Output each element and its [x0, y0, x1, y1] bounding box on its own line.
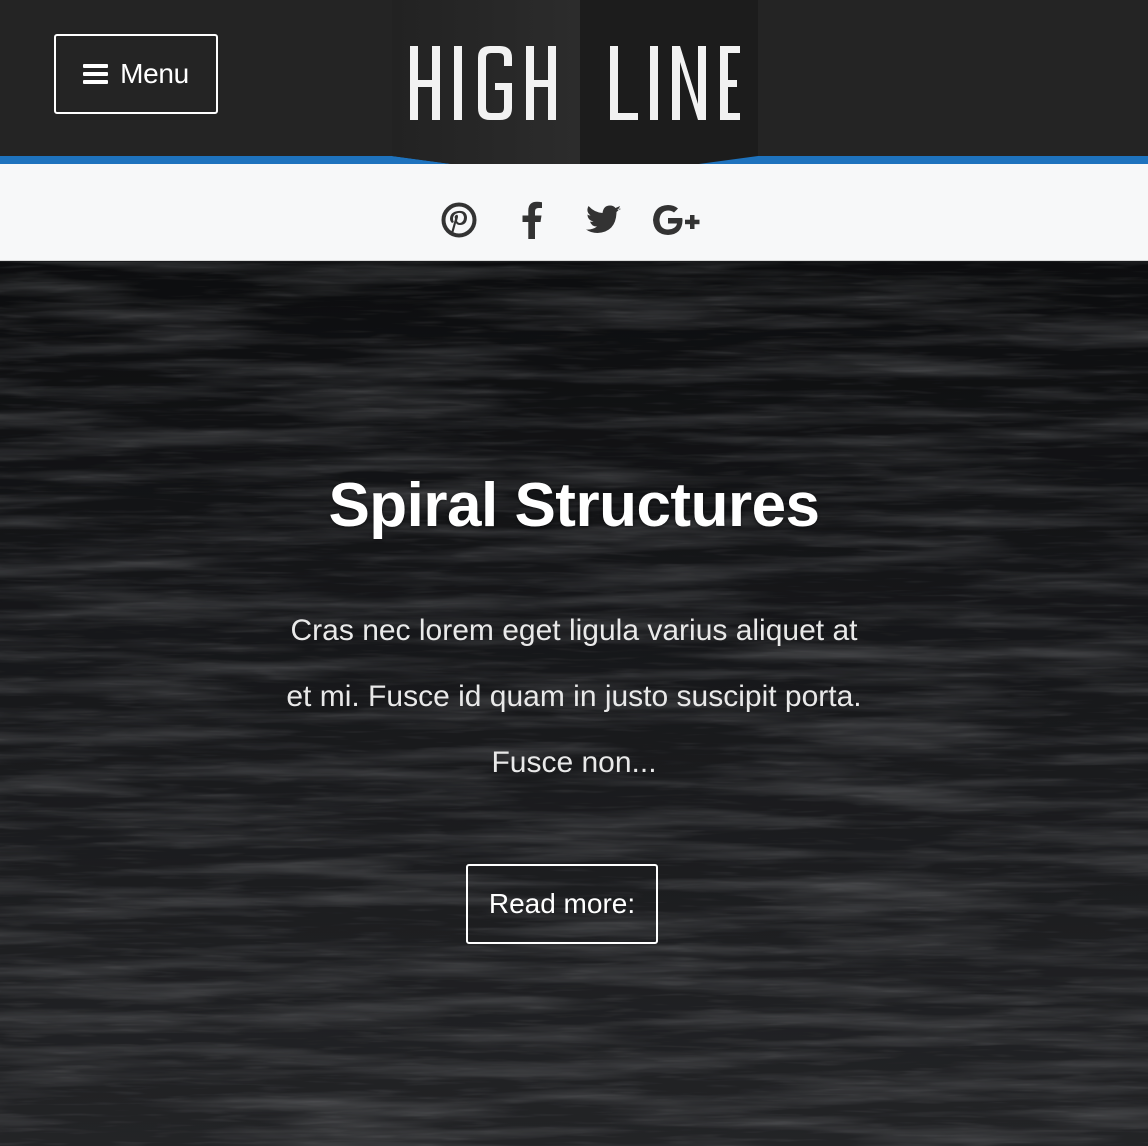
featured-post-hero: Spiral Structures Cras nec lorem eget li…: [0, 262, 1148, 1146]
hamburger-icon: [83, 64, 109, 84]
social-bar: [0, 164, 1148, 261]
facebook-icon[interactable]: [518, 200, 546, 240]
google-plus-icon[interactable]: [650, 200, 706, 240]
site-logo[interactable]: [392, 0, 758, 182]
menu-label: Menu: [120, 58, 189, 89]
read-more-button[interactable]: Read more:: [466, 864, 658, 944]
post-title[interactable]: Spiral Structures: [0, 470, 1148, 541]
post-excerpt: Cras nec lorem eget ligula varius alique…: [286, 614, 862, 779]
pinterest-icon[interactable]: [440, 200, 478, 240]
twitter-icon[interactable]: [586, 200, 622, 240]
menu-button[interactable]: Menu: [54, 34, 218, 114]
